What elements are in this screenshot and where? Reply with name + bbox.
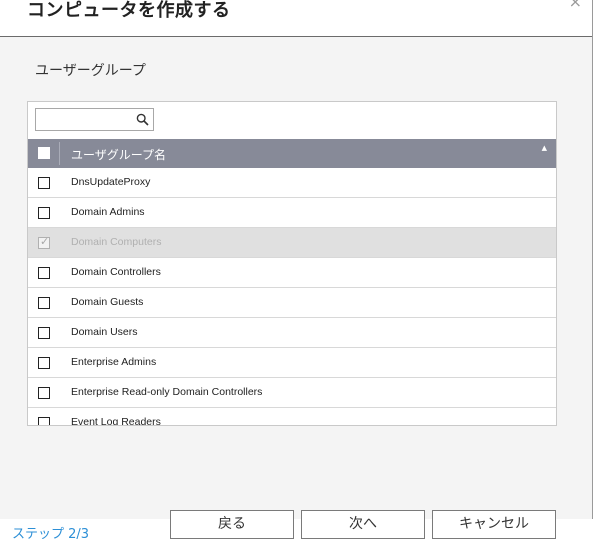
- table-row[interactable]: Domain Admins: [28, 198, 556, 228]
- group-name: Domain Computers: [71, 236, 162, 248]
- dialog-header: コンピュータを作成する ×: [0, 0, 592, 37]
- search-input[interactable]: [35, 108, 154, 131]
- section-title: ユーザーグループ: [35, 63, 146, 79]
- row-checkbox[interactable]: [38, 327, 50, 339]
- row-checkbox[interactable]: [38, 207, 50, 219]
- select-all-checkbox[interactable]: [38, 147, 50, 159]
- row-checkbox[interactable]: [38, 417, 50, 425]
- table-row[interactable]: Event Log Readers: [28, 408, 556, 426]
- table-row: Domain Computers: [28, 228, 556, 258]
- group-name: Event Log Readers: [71, 416, 161, 426]
- group-name: Domain Admins: [71, 206, 145, 218]
- column-header-user-group-name[interactable]: ユーザグループ名: [71, 146, 166, 163]
- column-divider: [59, 142, 60, 165]
- dialog-body: ユーザーグループ ユーザグループ名 ▲ DnsUpdateProxy Domain…: [0, 37, 592, 542]
- back-button[interactable]: 戻る: [170, 510, 294, 539]
- table-row[interactable]: Enterprise Admins: [28, 348, 556, 378]
- dialog-title: コンピュータを作成する: [27, 0, 231, 21]
- row-checkbox[interactable]: [38, 177, 50, 189]
- next-button[interactable]: 次へ: [301, 510, 425, 539]
- table-row[interactable]: DnsUpdateProxy: [28, 168, 556, 198]
- group-name: Domain Users: [71, 326, 138, 338]
- table-header: ユーザグループ名 ▲: [28, 139, 556, 168]
- row-checkbox[interactable]: [38, 297, 50, 309]
- group-name: Domain Controllers: [71, 266, 161, 278]
- step-indicator: ステップ 2/3: [12, 527, 90, 542]
- user-group-panel: ユーザグループ名 ▲ DnsUpdateProxy Domain Admins Do…: [27, 101, 557, 426]
- row-checkbox[interactable]: [38, 357, 50, 369]
- row-checkbox: [38, 235, 50, 249]
- close-icon[interactable]: ×: [569, 0, 582, 10]
- row-checkbox[interactable]: [38, 387, 50, 399]
- cancel-button[interactable]: キャンセル: [432, 510, 556, 539]
- table-row[interactable]: Enterprise Read-only Domain Controllers: [28, 378, 556, 408]
- create-computer-dialog: コンピュータを作成する × ユーザーグループ ユーザグループ名 ▲ DnsUpd…: [0, 0, 593, 542]
- group-name: Domain Guests: [71, 296, 144, 308]
- group-name: Enterprise Read-only Domain Controllers: [71, 386, 263, 398]
- table-row[interactable]: Domain Users: [28, 318, 556, 348]
- search-icon[interactable]: [136, 113, 149, 126]
- row-checkbox[interactable]: [38, 267, 50, 279]
- group-name: DnsUpdateProxy: [71, 176, 151, 188]
- table-row[interactable]: Domain Guests: [28, 288, 556, 318]
- table-row[interactable]: Domain Controllers: [28, 258, 556, 288]
- sort-ascending-icon[interactable]: ▲: [542, 144, 547, 152]
- group-name: Enterprise Admins: [71, 356, 157, 368]
